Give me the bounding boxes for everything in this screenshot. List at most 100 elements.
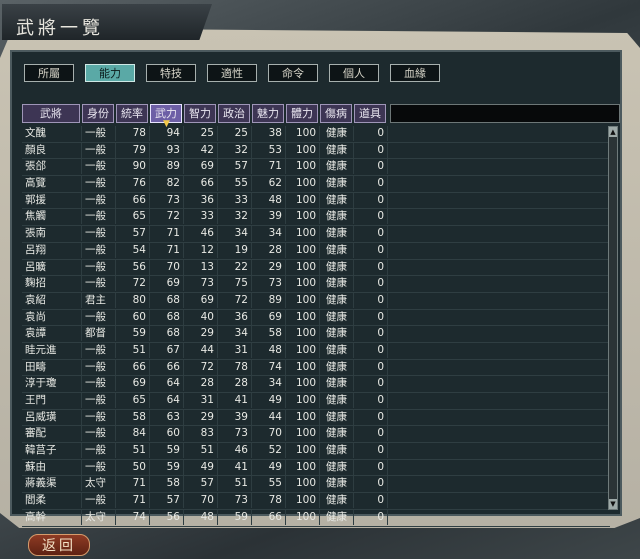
table-row[interactable]: 袁尚 一般 60 68 40 36 69 100 健康 0 — [22, 309, 610, 327]
table-cell: 50 — [116, 459, 150, 475]
table-cell: 25 — [218, 126, 252, 141]
column-header-9[interactable]: 道具 — [354, 104, 386, 123]
table-cell: 74 — [116, 509, 150, 525]
tab-0[interactable]: 所屬 — [24, 64, 74, 82]
column-header-5[interactable]: 政治 — [218, 104, 250, 123]
tab-2[interactable]: 特技 — [146, 64, 196, 82]
vertical-scrollbar[interactable]: ▲ ▼ — [608, 126, 618, 510]
table-row[interactable]: 淳于瓊 一般 69 64 28 28 34 100 健康 0 — [22, 376, 610, 393]
arrow-down-icon[interactable]: ▼ — [609, 499, 617, 509]
table-cell: 健康 — [320, 242, 354, 258]
table-cell: 0 — [354, 459, 388, 475]
table-cell: 0 — [354, 326, 388, 342]
table-cell: 一般 — [82, 159, 116, 175]
table-cell: 0 — [354, 242, 388, 258]
column-header-label: 身份 — [87, 107, 109, 120]
table-cell: 70 — [184, 493, 218, 509]
table-cell: 100 — [286, 142, 320, 158]
column-header-4[interactable]: 智力 — [184, 104, 216, 123]
table-row[interactable]: 蔣義渠 太守 71 58 57 51 55 100 健康 0 — [22, 476, 610, 494]
table-cell: 一般 — [82, 393, 116, 408]
table-cell: 57 — [184, 476, 218, 492]
table-cell: 100 — [286, 342, 320, 358]
title-bar: 武將一覽 — [2, 4, 212, 40]
table-cell: 60 — [116, 309, 150, 325]
table-cell: 82 — [150, 176, 184, 192]
column-header-3[interactable]: 武力 ▼ — [150, 104, 182, 129]
table-row[interactable]: 王門 一般 65 64 31 41 49 100 健康 0 — [22, 393, 610, 410]
table-row[interactable]: 麴招 一般 72 69 73 75 73 100 健康 0 — [22, 276, 610, 293]
table-cell: 13 — [184, 259, 218, 275]
table-cell: 健康 — [320, 259, 354, 275]
table-cell: 0 — [354, 292, 388, 308]
table-cell: 44 — [184, 342, 218, 358]
table-cell: 100 — [286, 326, 320, 342]
table-cell: 100 — [286, 192, 320, 208]
table-cell: 64 — [150, 376, 184, 392]
table-cell: 0 — [354, 393, 388, 408]
column-header-6[interactable]: 魅力 — [252, 104, 284, 123]
column-header-2[interactable]: 統率 — [116, 104, 148, 123]
table-row[interactable]: 張南 一般 57 71 46 34 34 100 健康 0 — [22, 226, 610, 243]
table-cell: 0 — [354, 192, 388, 208]
table-row[interactable]: 高幹 太守 74 56 48 59 66 100 健康 0 — [22, 509, 610, 527]
arrow-up-icon[interactable]: ▲ — [609, 127, 617, 137]
table-row[interactable]: 顏良 一般 79 93 42 32 53 100 健康 0 — [22, 142, 610, 160]
table-cell: 都督 — [82, 326, 116, 342]
tab-1[interactable]: 能力 — [85, 64, 135, 82]
table-row[interactable]: 呂翔 一般 54 71 12 19 28 100 健康 0 — [22, 242, 610, 260]
table-cell: 一般 — [82, 259, 116, 275]
column-header-1[interactable]: 身份 — [82, 104, 114, 123]
table-row[interactable]: 焦觸 一般 65 72 33 32 39 100 健康 0 — [22, 209, 610, 227]
table-cell: 健康 — [320, 309, 354, 325]
table-cell: 100 — [286, 409, 320, 425]
table-cell: 58 — [150, 476, 184, 492]
tab-3[interactable]: 適性 — [207, 64, 257, 82]
table-cell: 健康 — [320, 426, 354, 442]
table-cell: 51 — [116, 342, 150, 358]
table-cell: 73 — [252, 276, 286, 292]
table-row[interactable]: 閻柔 一般 71 57 70 73 78 100 健康 0 — [22, 493, 610, 510]
table-row[interactable]: 高覽 一般 76 82 66 55 62 100 健康 0 — [22, 176, 610, 193]
table-row[interactable]: 郭援 一般 66 73 36 33 48 100 健康 0 — [22, 192, 610, 210]
table-cell: 健康 — [320, 276, 354, 292]
column-header-7[interactable]: 體力 — [286, 104, 318, 123]
table-cell: 79 — [116, 142, 150, 158]
table-row[interactable]: 文醜 一般 78 94 25 25 38 100 健康 0 — [22, 126, 610, 143]
table-cell: 73 — [218, 426, 252, 442]
table-row[interactable]: 審配 一般 84 60 83 73 70 100 健康 0 — [22, 426, 610, 444]
table-cell: 一般 — [82, 493, 116, 509]
column-header-0[interactable]: 武將 — [22, 104, 80, 123]
table-body[interactable]: 文醜 一般 78 94 25 25 38 100 健康 0 顏良 一般 79 93 42 32 53 100 健康 0… — [22, 126, 610, 527]
table-cell: 94 — [150, 126, 184, 141]
table-cell: 一般 — [82, 192, 116, 208]
scroll-thumb[interactable] — [609, 137, 617, 499]
tab-5[interactable]: 個人 — [329, 64, 379, 82]
table-row[interactable]: 呂曠 一般 56 70 13 22 29 100 健康 0 — [22, 259, 610, 277]
table-row[interactable]: 袁譚 都督 59 68 29 34 58 100 健康 0 — [22, 326, 610, 343]
table-row[interactable]: 眭元進 一般 51 67 44 31 48 100 健康 0 — [22, 342, 610, 360]
table-cell: 一般 — [82, 276, 116, 292]
back-button[interactable]: 返回 — [28, 534, 90, 556]
table-cell: 一般 — [82, 209, 116, 225]
column-header-label: 傷病 — [325, 107, 347, 120]
table-row[interactable]: 韓莒子 一般 51 59 51 46 52 100 健康 0 — [22, 443, 610, 460]
table-row[interactable]: 蘇由 一般 50 59 49 41 49 100 健康 0 — [22, 459, 610, 477]
table-cell: 100 — [286, 276, 320, 292]
table-cell: 呂曠 — [22, 259, 82, 275]
table-row[interactable]: 呂威璜 一般 58 63 29 39 44 100 健康 0 — [22, 409, 610, 427]
table-cell: 46 — [184, 226, 218, 242]
table-cell: 84 — [116, 426, 150, 442]
tab-4[interactable]: 命令 — [268, 64, 318, 82]
column-header-8[interactable]: 傷病 — [320, 104, 352, 123]
table-cell: 一般 — [82, 443, 116, 459]
table-cell: 65 — [116, 393, 150, 408]
table-cell: 39 — [218, 409, 252, 425]
table-row[interactable]: 袁紹 君主 80 68 69 72 89 100 健康 0 — [22, 292, 610, 310]
table-cell: 49 — [252, 393, 286, 408]
tab-6[interactable]: 血緣 — [390, 64, 440, 82]
table-cell: 59 — [116, 326, 150, 342]
table-row[interactable]: 田疇 一般 66 66 72 78 74 100 健康 0 — [22, 359, 610, 377]
table-row[interactable]: 張郃 一般 90 89 69 57 71 100 健康 0 — [22, 159, 610, 177]
table-cell: 眭元進 — [22, 342, 82, 358]
